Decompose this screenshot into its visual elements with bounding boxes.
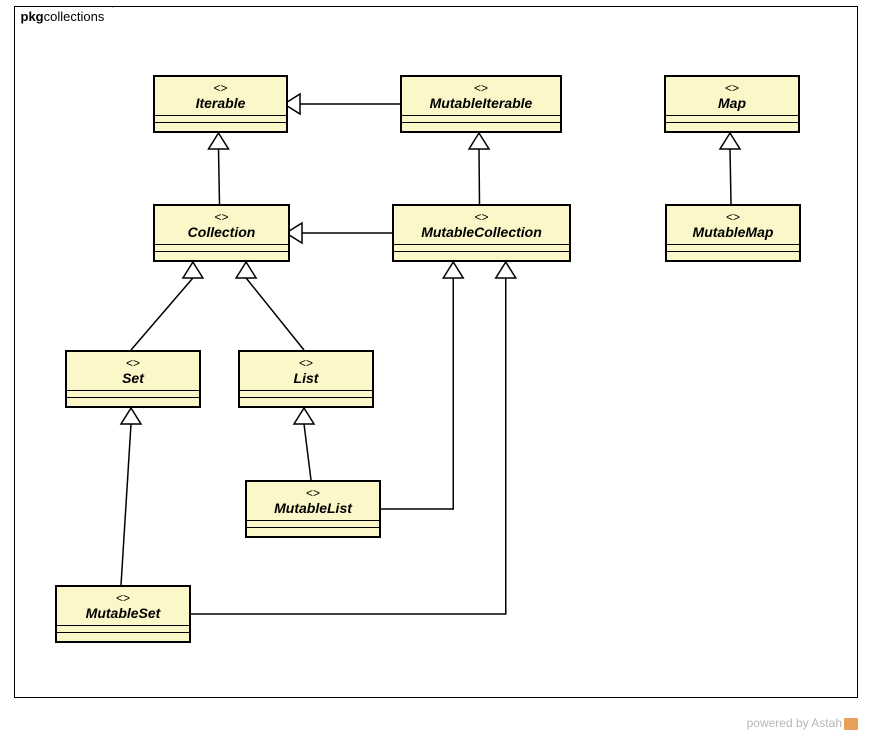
separator	[402, 115, 560, 122]
separator	[67, 390, 199, 397]
separator	[240, 397, 372, 406]
stereotype: <>	[155, 81, 286, 95]
separator	[394, 244, 569, 251]
separator	[57, 632, 189, 641]
stereotype: <>	[394, 210, 569, 224]
interface-name: MutableMap	[667, 224, 799, 240]
stereotype: <>	[57, 591, 189, 605]
stereotype: <>	[666, 81, 798, 95]
interface-name: MutableIterable	[402, 95, 560, 111]
interface-name: MutableCollection	[394, 224, 569, 240]
interface-name: Collection	[155, 224, 288, 240]
footer-credit: powered by Astah	[747, 716, 858, 730]
separator	[67, 397, 199, 406]
interface-name: Iterable	[155, 95, 286, 111]
stereotype: <>	[667, 210, 799, 224]
astah-logo-icon	[844, 718, 858, 730]
uml-interface-mutableMap: <>MutableMap	[665, 204, 801, 262]
separator	[666, 115, 798, 122]
separator	[155, 115, 286, 122]
uml-interface-collection: <>Collection	[153, 204, 290, 262]
uml-interface-mutableSet: <>MutableSet	[55, 585, 191, 643]
separator	[57, 625, 189, 632]
interface-name: MutableList	[247, 500, 379, 516]
stereotype: <>	[247, 486, 379, 500]
separator	[667, 251, 799, 260]
separator	[394, 251, 569, 260]
interface-name: Set	[67, 370, 199, 386]
stereotype: <>	[67, 356, 199, 370]
uml-interface-mutableIterable: <>MutableIterable	[400, 75, 562, 133]
uml-interface-map: <>Map	[664, 75, 800, 133]
separator	[247, 520, 379, 527]
separator	[667, 244, 799, 251]
uml-interface-list: <>List	[238, 350, 374, 408]
separator	[155, 244, 288, 251]
stereotype: <>	[240, 356, 372, 370]
stereotype: <>	[402, 81, 560, 95]
interface-name: List	[240, 370, 372, 386]
separator	[247, 527, 379, 536]
interface-name: MutableSet	[57, 605, 189, 621]
uml-interface-iterable: <>Iterable	[153, 75, 288, 133]
uml-interface-mutableCollection: <>MutableCollection	[392, 204, 571, 262]
separator	[155, 251, 288, 260]
interface-name: Map	[666, 95, 798, 111]
separator	[240, 390, 372, 397]
uml-interface-mutableList: <>MutableList	[245, 480, 381, 538]
separator	[666, 122, 798, 131]
separator	[155, 122, 286, 131]
footer-text: powered by Astah	[747, 716, 842, 730]
diagram-canvas: pkgcollections <>Iterable<>MutableIterab…	[0, 0, 870, 736]
uml-interface-set: <>Set	[65, 350, 201, 408]
separator	[402, 122, 560, 131]
stereotype: <>	[155, 210, 288, 224]
